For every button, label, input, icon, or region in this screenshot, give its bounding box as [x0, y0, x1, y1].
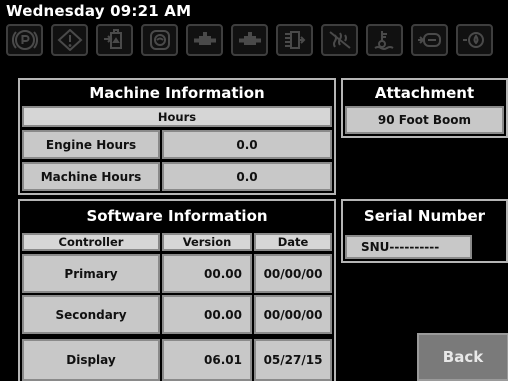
- date-time: Wednesday 09:21 AM: [6, 2, 192, 20]
- serial-number-title: Serial Number: [363, 207, 486, 225]
- engine-hours-value: 0.0: [162, 130, 332, 159]
- serial-number-value: SNU----------: [345, 235, 472, 259]
- coolant-temp-icon[interactable]: [366, 24, 403, 56]
- date-primary: 00/00/00: [254, 254, 332, 293]
- oil-pressure-icon[interactable]: [456, 24, 493, 56]
- back-button[interactable]: Back: [417, 333, 508, 381]
- version-header: Version: [162, 233, 252, 251]
- machine-hours-label: Machine Hours: [22, 162, 160, 191]
- date-header: Date: [254, 233, 332, 251]
- controller-secondary: Secondary: [22, 295, 160, 334]
- controller-display: Display: [22, 339, 160, 381]
- fuel-filter-icon[interactable]: [96, 24, 133, 56]
- transmission-icon[interactable]: [276, 24, 313, 56]
- hours-header: Hours: [22, 106, 332, 127]
- warning-icon[interactable]: [51, 24, 88, 56]
- attachment-title: Attachment: [374, 84, 475, 102]
- version-primary: 00.00: [162, 254, 252, 293]
- parking-brake-icon[interactable]: [6, 24, 43, 56]
- controller-primary: Primary: [22, 254, 160, 293]
- machine-hours-value: 0.0: [162, 162, 332, 191]
- date-display: 05/27/15: [254, 339, 332, 381]
- date-secondary: 00/00/00: [254, 295, 332, 334]
- hydraulic-icon[interactable]: [186, 24, 223, 56]
- controller-header: Controller: [22, 233, 160, 251]
- version-secondary: 00.00: [162, 295, 252, 334]
- machine-information-title: Machine Information: [89, 84, 265, 102]
- version-display: 06.01: [162, 339, 252, 381]
- hydraulic-oil-icon[interactable]: [231, 24, 268, 56]
- software-information-title: Software Information: [86, 207, 268, 225]
- engine-hours-label: Engine Hours: [22, 130, 160, 159]
- engine-icon[interactable]: [411, 24, 448, 56]
- attachment-value: 90 Foot Boom: [345, 106, 504, 134]
- status-header: Wednesday 09:21 AM: [0, 0, 508, 56]
- glow-plug-icon[interactable]: [321, 24, 358, 56]
- air-filter-icon[interactable]: [141, 24, 178, 56]
